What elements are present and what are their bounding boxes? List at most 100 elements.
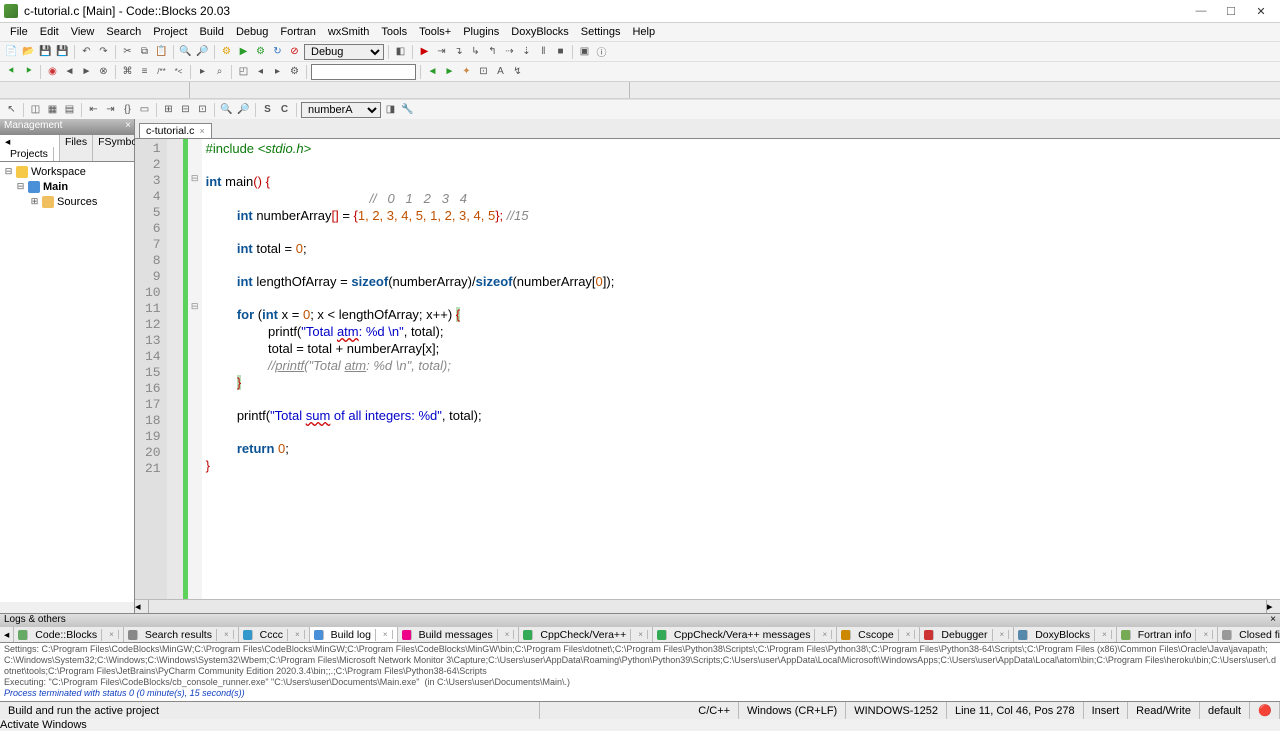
save-all-icon[interactable]: 💾 [55, 44, 70, 59]
tab-files[interactable]: Files [60, 135, 93, 161]
marker-margin[interactable] [167, 139, 183, 599]
hl-fwd-icon[interactable]: ► [442, 64, 457, 79]
logs-close-icon[interactable]: × [1270, 614, 1276, 625]
refresh-c-icon[interactable]: C [277, 102, 292, 117]
show-diag-icon[interactable]: ▦ [45, 102, 60, 117]
doxy-html-icon[interactable]: ⌕ [212, 64, 227, 79]
step-into-icon[interactable]: ↳ [468, 44, 483, 59]
run-to-cursor-icon[interactable]: ⇥ [434, 44, 449, 59]
stop-debug-icon[interactable]: ■ [553, 44, 568, 59]
tree-sources[interactable]: ⊞Sources [2, 194, 132, 209]
hl-opt2-icon[interactable]: A [493, 64, 508, 79]
rebuild-icon[interactable]: ↻ [270, 44, 285, 59]
abort-icon[interactable]: ⊘ [287, 44, 302, 59]
menu-tools[interactable]: Tools [375, 26, 413, 38]
doxy-line-icon[interactable]: ≡ [137, 64, 152, 79]
new-file-icon[interactable]: 📄 [4, 44, 19, 59]
log-tab-fortran[interactable]: Fortran info× [1117, 627, 1218, 642]
copy-icon[interactable]: ⧉ [137, 44, 152, 59]
log-tab-search[interactable]: Search results× [124, 627, 239, 642]
sel-word-icon[interactable]: ▭ [137, 102, 152, 117]
run-icon[interactable]: ▶ [236, 44, 251, 59]
build-icon[interactable]: ⚙ [219, 44, 234, 59]
close-button[interactable]: ✕ [1246, 1, 1276, 21]
prev-bkpt-icon[interactable]: ◄ [62, 64, 77, 79]
log-tab-cscope[interactable]: Cscope× [837, 627, 920, 642]
sel-brace-icon[interactable]: {} [120, 102, 135, 117]
block-loop-icon[interactable]: ⊡ [195, 102, 210, 117]
menu-help[interactable]: Help [626, 26, 661, 38]
step-out-icon[interactable]: ↰ [485, 44, 500, 59]
hl-opt3-icon[interactable]: ↯ [510, 64, 525, 79]
show-diag2-icon[interactable]: ▤ [62, 102, 77, 117]
toggle-bookmark-icon[interactable]: ◧ [393, 44, 408, 59]
indent-less-icon[interactable]: ⇤ [86, 102, 101, 117]
editor-tab-ctutorial[interactable]: c-tutorial.c× [139, 123, 212, 138]
doxy-prev-icon[interactable]: ◂ [253, 64, 268, 79]
debug-start-icon[interactable]: ▶ [417, 44, 432, 59]
menu-project[interactable]: Project [147, 26, 193, 38]
build-run-icon[interactable]: ⚙ [253, 44, 268, 59]
next-instr-icon[interactable]: ⇢ [502, 44, 517, 59]
hl-mark-icon[interactable]: ✦ [459, 64, 474, 79]
scope-left[interactable] [0, 82, 190, 98]
bkpt1-icon[interactable]: ◉ [45, 64, 60, 79]
redo-icon[interactable]: ↷ [96, 44, 111, 59]
select-icon[interactable]: ↖ [4, 102, 19, 117]
logs-prev-icon[interactable]: ◂ [0, 627, 14, 642]
management-close-icon[interactable]: × [125, 120, 131, 131]
doxy-block-icon[interactable]: ⌘ [120, 64, 135, 79]
doxy-cmt-icon[interactable]: /** [154, 64, 169, 79]
jump-back-icon[interactable]: ⯇ [4, 64, 19, 79]
menu-file[interactable]: File [4, 26, 34, 38]
cut-icon[interactable]: ✂ [120, 44, 135, 59]
bold-s-icon[interactable]: S [260, 102, 275, 117]
menu-settings[interactable]: Settings [575, 26, 627, 38]
log-tab-cppcheckmsg[interactable]: CppCheck/Vera++ messages× [653, 627, 837, 642]
log-tab-doxyblocks[interactable]: DoxyBlocks× [1014, 627, 1117, 642]
indent-more-icon[interactable]: ⇥ [103, 102, 118, 117]
fold-margin[interactable]: ⊟⊟ [188, 139, 202, 599]
save-icon[interactable]: 💾 [38, 44, 53, 59]
tab-projects[interactable]: ◂ Projects [0, 135, 60, 161]
doxy-cmt2-icon[interactable]: *< [171, 64, 186, 79]
doxy-next-icon[interactable]: ▸ [270, 64, 285, 79]
log-tab-codeblocks[interactable]: Code::Blocks× [14, 627, 124, 642]
editor-tab-close-icon[interactable]: × [199, 126, 204, 136]
log-tab-closedfiles[interactable]: Closed files list× [1218, 627, 1280, 642]
clear-bkpt-icon[interactable]: ⊗ [96, 64, 111, 79]
hl-back-icon[interactable]: ◄ [425, 64, 440, 79]
menu-toolsplus[interactable]: Tools+ [413, 26, 457, 38]
project-tree[interactable]: ⊟Workspace ⊟Main ⊞Sources [0, 162, 134, 602]
next-line-icon[interactable]: ↴ [451, 44, 466, 59]
debug-windows-icon[interactable]: ▣ [577, 44, 592, 59]
log-tab-buildlog[interactable]: Build log× [310, 627, 398, 642]
break-debug-icon[interactable]: ‖ [536, 44, 551, 59]
goto-file-icon[interactable]: ◨ [383, 102, 398, 117]
log-tab-debugger[interactable]: Debugger× [920, 627, 1014, 642]
menu-plugins[interactable]: Plugins [457, 26, 505, 38]
hl-opt1-icon[interactable]: ⊡ [476, 64, 491, 79]
menu-edit[interactable]: Edit [34, 26, 65, 38]
menu-build[interactable]: Build [193, 26, 229, 38]
maximize-button[interactable]: ☐ [1216, 1, 1246, 21]
menu-doxyblocks[interactable]: DoxyBlocks [505, 26, 574, 38]
replace-icon[interactable]: 🔎 [195, 44, 210, 59]
menu-fortran[interactable]: Fortran [274, 26, 321, 38]
zoom-out-icon[interactable]: 🔎 [236, 102, 251, 117]
editor-hscroll[interactable]: ◂▸ [135, 599, 1280, 613]
toggle-src-icon[interactable]: ◫ [28, 102, 43, 117]
code-area[interactable]: #include <stdio.h> int main() { // 0 1 2… [202, 139, 619, 599]
info-icon[interactable]: ⓘ [594, 44, 609, 59]
search-input[interactable] [311, 64, 416, 80]
open-file-icon[interactable]: 📂 [21, 44, 36, 59]
log-tab-cccc[interactable]: Cccc× [239, 627, 310, 642]
code-editor[interactable]: 123456789101112131415161718192021 ⊟⊟ #in… [135, 139, 1280, 599]
block-cond-icon[interactable]: ⊟ [178, 102, 193, 117]
doxy-run-icon[interactable]: ▸ [195, 64, 210, 79]
menu-view[interactable]: View [65, 26, 101, 38]
tree-workspace[interactable]: ⊟Workspace [2, 164, 132, 179]
next-bkpt-icon[interactable]: ► [79, 64, 94, 79]
step-instr-icon[interactable]: ⇣ [519, 44, 534, 59]
minimize-button[interactable]: — [1186, 1, 1216, 21]
